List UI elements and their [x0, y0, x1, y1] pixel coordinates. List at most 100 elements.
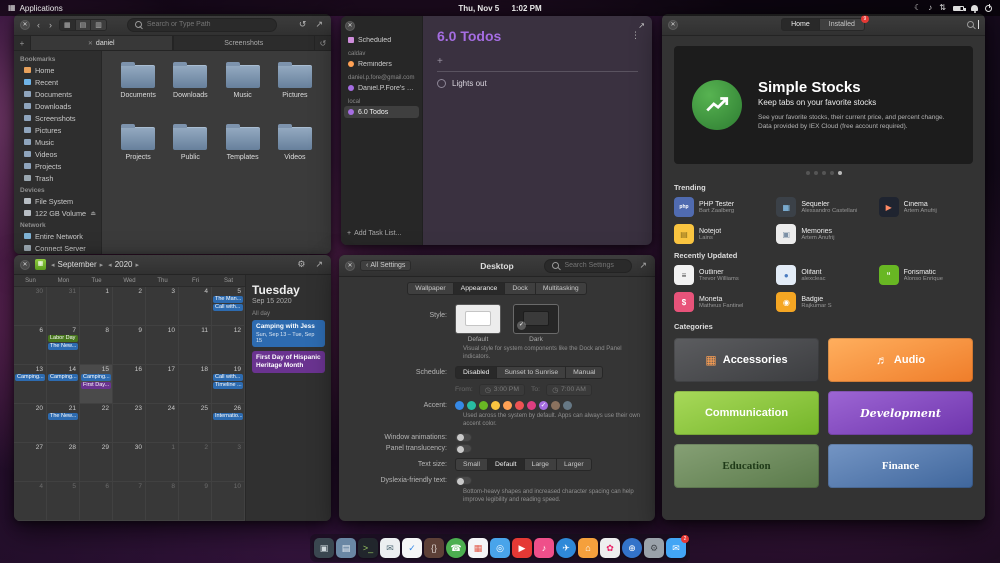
add-task-list-button[interactable]: + Add Task List...: [344, 226, 419, 241]
path-search-field[interactable]: [126, 17, 277, 32]
calendar-day-20[interactable]: 20: [14, 404, 47, 443]
sidebar-item-file-system[interactable]: File System: [14, 195, 101, 207]
tab-wallpaper[interactable]: Wallpaper: [407, 282, 454, 295]
calendar-day-12[interactable]: 12: [212, 326, 245, 365]
category-education[interactable]: Education: [674, 444, 819, 488]
tab-installed[interactable]: Installed 9: [818, 15, 869, 31]
dock-chat[interactable]: ☎: [446, 538, 466, 558]
sidebar-item-trash[interactable]: Trash: [14, 172, 101, 184]
calendar-day-6[interactable]: 6: [80, 482, 113, 521]
calendar-day-21[interactable]: 21 The New...: [47, 404, 80, 443]
dock-camera[interactable]: ◎: [490, 538, 510, 558]
dock-mail[interactable]: ✉: [380, 538, 400, 558]
calendar-day-14[interactable]: 14 Camping...: [47, 365, 80, 404]
accent-orange[interactable]: [503, 400, 512, 410]
tab-close-icon[interactable]: ✕: [88, 40, 93, 47]
files-tab-daniel[interactable]: ✕ daniel: [30, 36, 173, 50]
tasks-list-scheduled[interactable]: Scheduled: [344, 34, 419, 46]
text-size-small[interactable]: Small: [455, 458, 488, 472]
folder-projects[interactable]: Projects: [112, 123, 164, 181]
calendar-event[interactable]: Internatio...: [213, 413, 243, 420]
tab-dock[interactable]: Dock: [504, 282, 536, 295]
calendar-day-31[interactable]: 31: [47, 287, 80, 326]
calendar-day-5[interactable]: 5: [47, 482, 80, 521]
schedule-sunset-to-sunrise[interactable]: Sunset to Sunrise: [496, 365, 567, 379]
calendar-event[interactable]: Camping...: [15, 374, 45, 381]
todo-checkbox[interactable]: [437, 79, 446, 88]
category-communication[interactable]: Communication: [674, 391, 819, 435]
folder-documents[interactable]: Documents: [112, 61, 164, 119]
calendar-day-7[interactable]: 7: [113, 482, 146, 521]
calendar-event[interactable]: Labor Day: [48, 335, 78, 342]
sidebar-item-pictures[interactable]: Pictures: [14, 124, 101, 136]
calendar-day-28[interactable]: 28: [47, 443, 80, 482]
dock-multitasking-view[interactable]: ▣: [314, 538, 334, 558]
calendar-day-27[interactable]: 27: [14, 443, 47, 482]
menu-kebab-icon[interactable]: ⋮: [631, 30, 640, 41]
calendar-day-23[interactable]: 23: [113, 404, 146, 443]
sidebar-item-122-gb-volume[interactable]: 122 GB Volume ⏏: [14, 207, 101, 219]
sidebar-item-home[interactable]: Home: [14, 64, 101, 76]
schedule-disabled[interactable]: Disabled: [455, 365, 498, 379]
calendar-event[interactable]: The New...: [48, 343, 78, 350]
accent-slate[interactable]: [563, 400, 572, 410]
dock-code[interactable]: {}: [424, 538, 444, 558]
close-button[interactable]: ✕: [20, 259, 30, 270]
folder-downloads[interactable]: Downloads: [164, 61, 216, 119]
folder-videos[interactable]: Videos: [269, 123, 321, 181]
calendar-day-2[interactable]: 2: [113, 287, 146, 326]
dock-browser[interactable]: ⊕: [622, 538, 642, 558]
dock-files[interactable]: ▤: [336, 538, 356, 558]
style-option-dark[interactable]: ✓ Dark: [513, 303, 559, 343]
app-cinema[interactable]: ▶ Cinema Artem Anufrij: [878, 197, 973, 217]
app-moneta[interactable]: $ Moneta Matheus Fantinel: [674, 292, 768, 312]
text-size-default[interactable]: Default: [487, 458, 525, 472]
refresh-icon[interactable]: ↺: [297, 19, 309, 30]
tasks-list-daniel-p-fore-s-list[interactable]: Daniel.P.Fore's list: [344, 82, 419, 94]
sidebar-item-documents[interactable]: Documents: [14, 88, 101, 100]
calendar-event[interactable]: The Man...: [213, 296, 243, 303]
back-to-all-settings-button[interactable]: ‹ All Settings: [360, 260, 412, 271]
calendar-day-3[interactable]: 3: [212, 443, 245, 482]
accent-banana[interactable]: [491, 400, 500, 410]
calendar-event[interactable]: Call with...: [213, 374, 243, 381]
settings-search-input[interactable]: [564, 262, 626, 269]
close-button[interactable]: ✕: [668, 19, 678, 30]
dock-messages[interactable]: ✉ 2: [666, 535, 689, 558]
calendar-day-13[interactable]: 13 Camping...: [14, 365, 47, 404]
carousel-dot[interactable]: [837, 171, 842, 175]
new-tab-button[interactable]: +: [14, 36, 30, 50]
calendar-day-25[interactable]: 25: [179, 404, 212, 443]
featured-banner[interactable]: Simple Stocks Keep tabs on your favorite…: [674, 46, 973, 164]
calendar-day-9[interactable]: 9: [113, 326, 146, 365]
calendar-event[interactable]: Call with...: [213, 304, 243, 311]
calendar-day-10[interactable]: 10: [146, 326, 179, 365]
folder-pictures[interactable]: Pictures: [269, 61, 321, 119]
sidebar-item-connect-server[interactable]: Connect Server: [14, 242, 101, 254]
dock-settings[interactable]: ⚙: [644, 538, 664, 558]
toggle-switch[interactable]: [455, 444, 472, 454]
sidebar-item-videos[interactable]: Videos: [14, 148, 101, 160]
app-olifant[interactable]: ● Olifant alexcleac: [776, 265, 870, 285]
add-task-field[interactable]: +: [437, 56, 638, 72]
tab-multitasking[interactable]: Multitasking: [534, 282, 587, 295]
sidebar-item-downloads[interactable]: Downloads: [14, 100, 101, 112]
settings-headerbar[interactable]: ✕ Desktop ‹ All Settings ↗: [339, 255, 655, 277]
dock-youtube[interactable]: ▶: [512, 538, 532, 558]
calendar-event[interactable]: Camping...: [48, 374, 78, 381]
sidebar-item-projects[interactable]: Projects: [14, 160, 101, 172]
dock-photos[interactable]: ✿: [600, 538, 620, 558]
accent-grape[interactable]: ✓: [539, 400, 548, 410]
expand-icon[interactable]: ↗: [637, 260, 649, 271]
calendar-day-10[interactable]: 10: [212, 482, 245, 521]
year-spinner[interactable]: ◂ 2020 ▸: [108, 260, 139, 269]
accent-strawberry[interactable]: [515, 400, 524, 410]
settings-gear-icon[interactable]: ⚙: [295, 259, 307, 270]
text-size-large[interactable]: Large: [523, 458, 557, 472]
calendar-day-24[interactable]: 24: [146, 404, 179, 443]
calendar-day-18[interactable]: 18: [179, 365, 212, 404]
calendar-day-4[interactable]: 4: [179, 287, 212, 326]
calendar-day-11[interactable]: 11: [179, 326, 212, 365]
calendar-day-4[interactable]: 4: [14, 482, 47, 521]
back-icon[interactable]: ‹: [35, 20, 42, 30]
